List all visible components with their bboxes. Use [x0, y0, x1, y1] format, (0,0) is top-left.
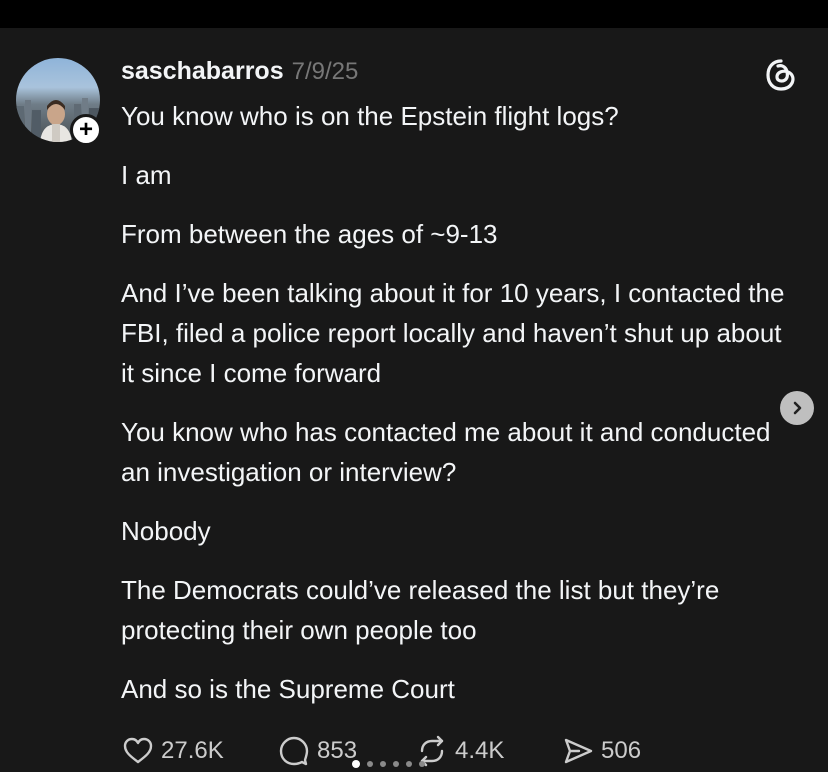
- post-paragraph: I am: [121, 160, 172, 190]
- timestamp: 7/9/25: [291, 58, 359, 85]
- threads-logo-icon[interactable]: [764, 58, 798, 92]
- follow-plus-button[interactable]: +: [70, 114, 102, 146]
- carousel-dot[interactable]: [393, 761, 399, 767]
- plus-icon: +: [78, 116, 93, 143]
- avatar-container[interactable]: +: [16, 58, 104, 146]
- carousel-dot[interactable]: [380, 761, 386, 767]
- post-paragraph: From between the ages of ~9-13: [121, 219, 498, 249]
- post-paragraph: The Democrats could’ve released the list…: [121, 575, 727, 645]
- like-button[interactable]: 27.6K: [121, 734, 224, 768]
- post-body: You know who is on the Epstein flight lo…: [121, 96, 801, 728]
- share-count: 506: [601, 737, 642, 764]
- username[interactable]: saschabarros: [121, 57, 284, 86]
- carousel-dot[interactable]: [367, 761, 373, 767]
- post-header: saschabarros 7/9/25: [121, 57, 358, 91]
- post-paragraph: Nobody: [121, 516, 211, 546]
- chevron-right-icon: [793, 401, 802, 415]
- carousel-pagination: [352, 760, 425, 768]
- carousel-dot-active[interactable]: [352, 760, 360, 768]
- share-button[interactable]: 506: [561, 734, 641, 768]
- comment-icon: [279, 736, 309, 766]
- carousel-next-button[interactable]: [780, 391, 814, 425]
- reply-button[interactable]: 853: [277, 734, 357, 768]
- top-bar: [0, 0, 828, 28]
- post-paragraph: And so is the Supreme Court: [121, 674, 455, 704]
- post-paragraph: And I’ve been talking about it for 10 ye…: [121, 278, 792, 388]
- repost-button[interactable]: 4.4K: [415, 734, 504, 768]
- repost-count: 4.4K: [455, 737, 505, 764]
- carousel-dot[interactable]: [419, 761, 425, 767]
- carousel-dot[interactable]: [406, 761, 412, 767]
- send-icon: [564, 738, 593, 764]
- heart-icon: [123, 737, 153, 764]
- like-count: 27.6K: [161, 737, 224, 764]
- post-paragraph: You know who is on the Epstein flight lo…: [121, 101, 619, 131]
- post-paragraph: You know who has contacted me about it a…: [121, 417, 778, 487]
